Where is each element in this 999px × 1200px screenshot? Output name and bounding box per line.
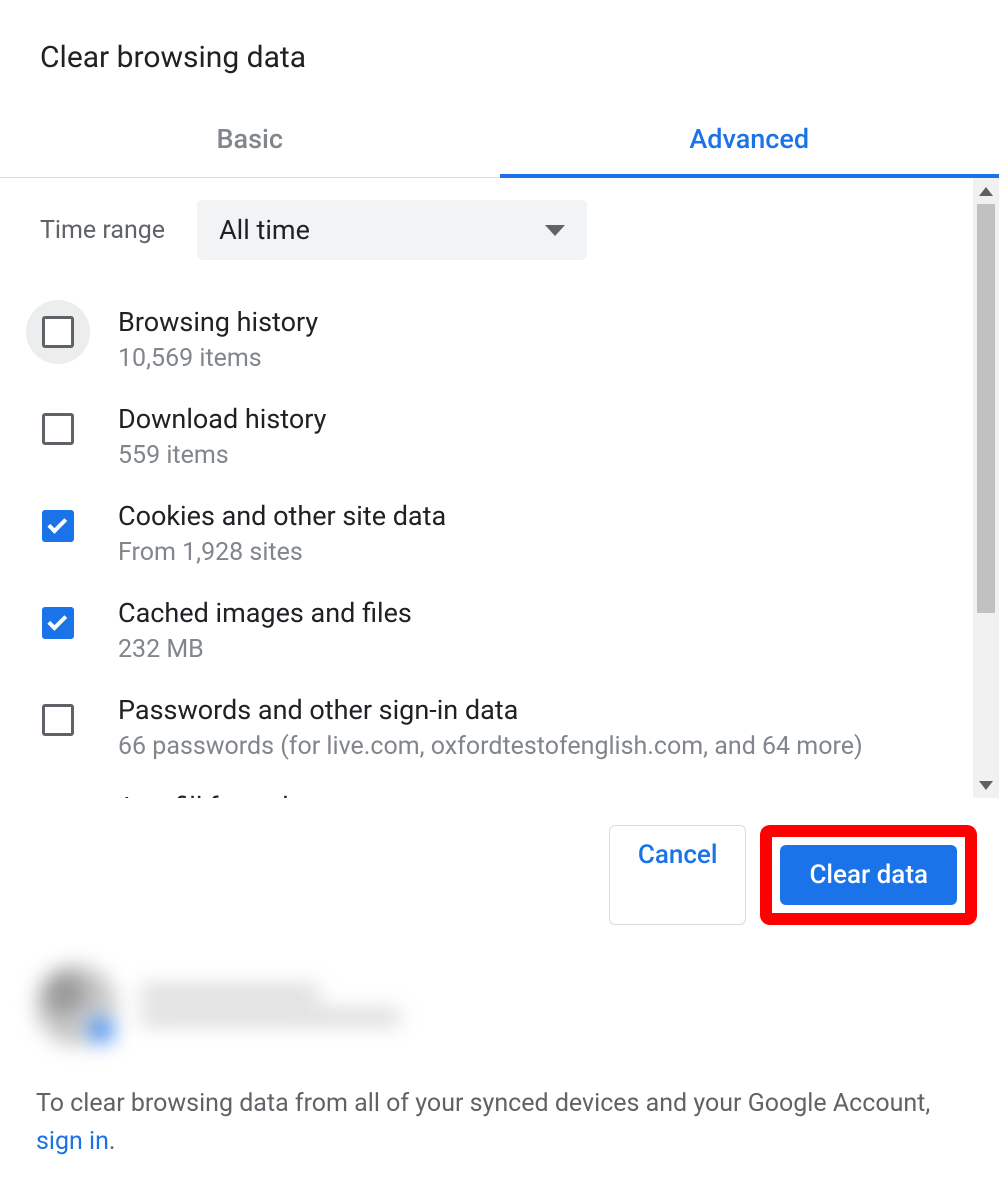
option-text: Passwords and other sign-in data 66 pass… (118, 692, 863, 761)
option-cache[interactable]: Cached images and files 232 MB (26, 581, 943, 678)
checkbox-wrap (26, 300, 90, 364)
option-subtitle: 10,569 items (118, 344, 318, 373)
option-browsing-history[interactable]: Browsing history 10,569 items (26, 290, 943, 387)
option-title: Passwords and other sign-in data (118, 694, 863, 726)
checkbox-icon[interactable] (42, 607, 74, 639)
option-download-history[interactable]: Download history 559 items (26, 387, 943, 484)
footer-note: To clear browsing data from all of your … (0, 1053, 999, 1200)
dialog-title: Clear browsing data (0, 0, 999, 103)
option-title: Cookies and other site data (118, 500, 446, 532)
options-scroll-area: Time range All time Browsing history 10,… (0, 178, 973, 798)
option-text: Cached images and files 232 MB (118, 595, 412, 664)
option-title: Autofill form data (118, 791, 513, 798)
scrollbar-thumb[interactable] (977, 204, 995, 613)
option-subtitle: 66 passwords (for live.com, oxfordtestof… (118, 732, 863, 761)
option-subtitle: 559 items (118, 441, 326, 470)
triangle-up-icon (979, 187, 993, 196)
time-range-select[interactable]: All time (197, 200, 587, 260)
clear-data-button[interactable]: Clear data (780, 845, 957, 905)
account-info-blurred (0, 945, 999, 1053)
dialog-body: Time range All time Browsing history 10,… (0, 178, 999, 798)
check-icon (47, 611, 67, 631)
option-passwords[interactable]: Passwords and other sign-in data 66 pass… (26, 678, 943, 775)
option-title: Cached images and files (118, 597, 412, 629)
checkbox-wrap (26, 591, 90, 655)
tab-advanced[interactable]: Advanced (500, 103, 999, 177)
check-icon (47, 514, 67, 534)
option-subtitle: 232 MB (118, 635, 412, 664)
scrollbar-track[interactable] (973, 204, 999, 772)
scrollbar[interactable] (973, 178, 999, 798)
scroll-up-button[interactable] (973, 178, 999, 204)
checkbox-wrap (26, 397, 90, 461)
option-autofill[interactable]: Autofill form data 2 addresses, 892 othe… (26, 775, 943, 798)
triangle-down-icon (979, 781, 993, 790)
account-text-blurred (140, 977, 400, 1033)
checkbox-wrap (26, 785, 90, 798)
clear-browsing-data-dialog: Clear browsing data Basic Advanced Time … (0, 0, 999, 1200)
time-range-row: Time range All time (0, 178, 973, 282)
checkbox-icon[interactable] (42, 316, 74, 348)
option-cookies[interactable]: Cookies and other site data From 1,928 s… (26, 484, 943, 581)
option-subtitle: From 1,928 sites (118, 538, 446, 567)
option-text: Browsing history 10,569 items (118, 304, 318, 373)
time-range-value: All time (219, 214, 310, 246)
tab-basic[interactable]: Basic (0, 103, 500, 177)
tabs: Basic Advanced (0, 103, 999, 178)
checkbox-icon[interactable] (42, 413, 74, 445)
annotation-highlight: Clear data (760, 825, 977, 925)
time-range-label: Time range (40, 216, 165, 245)
footer-text-before: To clear browsing data from all of your … (36, 1089, 930, 1118)
checkbox-icon[interactable] (42, 510, 74, 542)
checkbox-wrap (26, 688, 90, 752)
option-text: Download history 559 items (118, 401, 326, 470)
footer-text-after: . (109, 1127, 116, 1156)
scroll-down-button[interactable] (973, 772, 999, 798)
option-title: Browsing history (118, 306, 318, 338)
chevron-down-icon (545, 225, 565, 236)
avatar (36, 965, 116, 1045)
options-list: Browsing history 10,569 items Download h… (0, 282, 973, 798)
cancel-button[interactable]: Cancel (609, 825, 747, 925)
option-text: Autofill form data 2 addresses, 892 othe… (118, 789, 513, 798)
dialog-actions: Cancel Clear data (0, 798, 999, 945)
option-text: Cookies and other site data From 1,928 s… (118, 498, 446, 567)
checkbox-wrap (26, 494, 90, 558)
sign-in-link[interactable]: sign in (36, 1127, 109, 1156)
option-title: Download history (118, 403, 326, 435)
checkbox-icon[interactable] (42, 704, 74, 736)
